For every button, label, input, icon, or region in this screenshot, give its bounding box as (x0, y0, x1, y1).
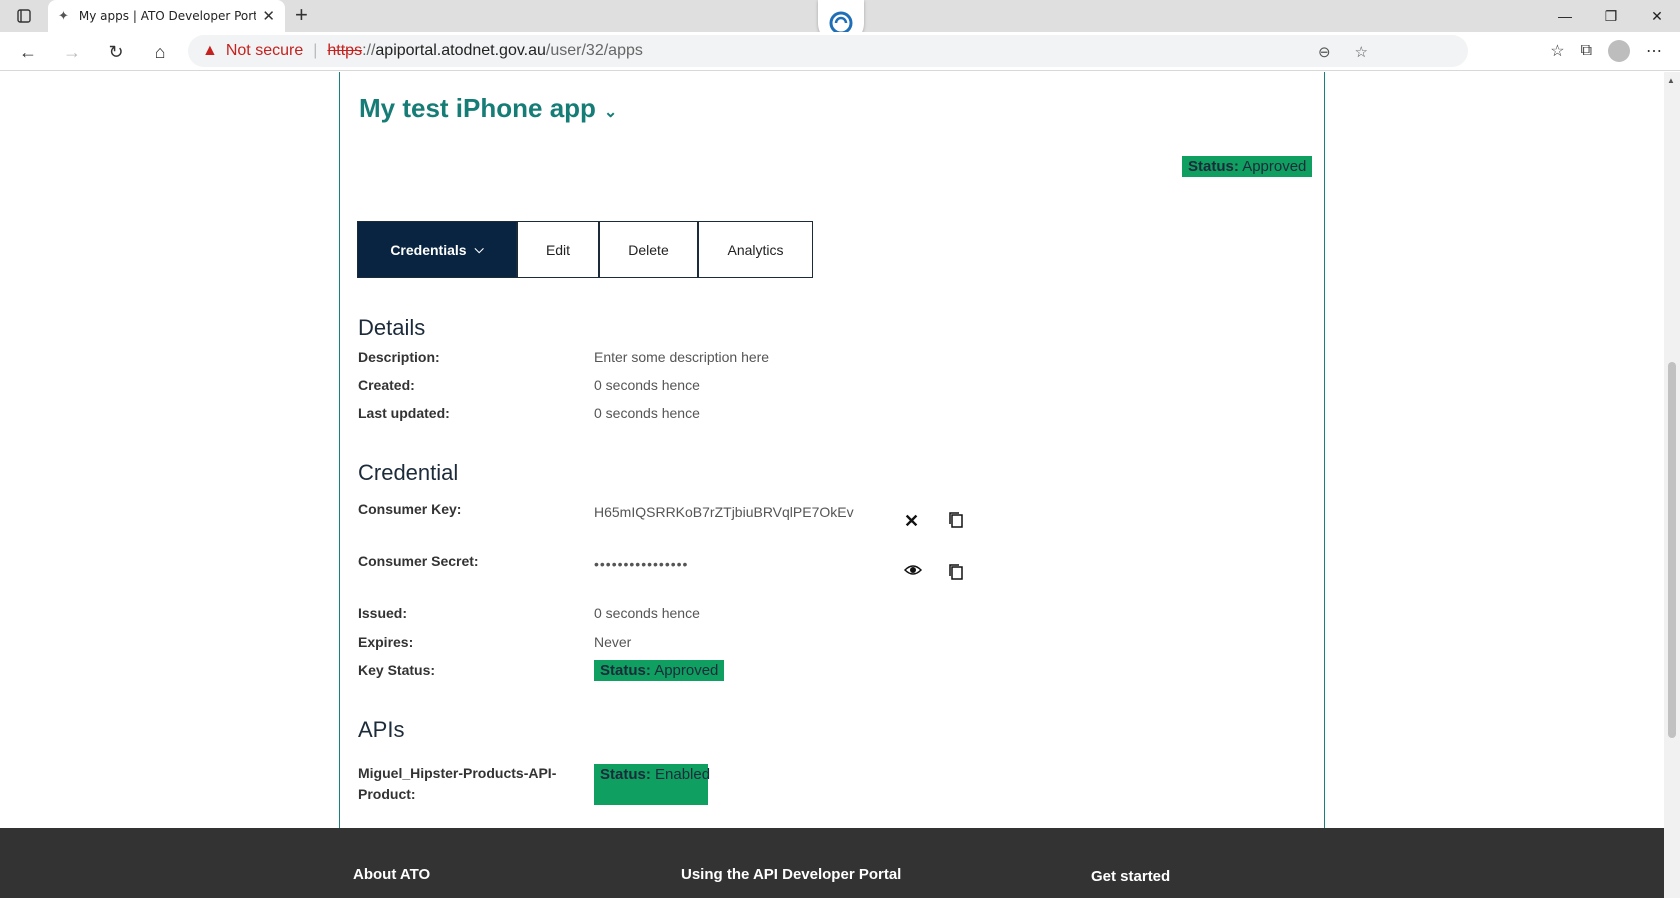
refresh-icon[interactable]: ↻ (102, 38, 130, 66)
copy-key-icon[interactable] (948, 511, 964, 534)
created-value: 0 seconds hence (594, 377, 700, 393)
collections-icon[interactable]: ⧉ (1581, 42, 1592, 60)
issued-label: Issued: (358, 605, 408, 621)
zoom-icon[interactable]: ⊖ (1318, 43, 1331, 61)
scroll-up-icon[interactable]: ▲ (1667, 76, 1675, 85)
more-menu-icon[interactable]: ⋯ (1646, 41, 1662, 61)
favorites-icon[interactable]: ☆ (1550, 41, 1564, 61)
expires-value: Never (594, 634, 632, 650)
browser-toolbar: ← → ↻ ⌂ ▲ Not secure | https://apiportal… (0, 32, 1680, 71)
footer-using-portal[interactable]: Using the API Developer Portal (681, 866, 901, 883)
restore-icon[interactable]: ❐ (1588, 0, 1634, 32)
credential-heading: Credential (358, 460, 459, 485)
app-title[interactable]: My test iPhone app ⌄ (359, 93, 617, 124)
url-scheme: https (327, 42, 363, 59)
tab-title: My apps | ATO Developer Portal (78, 9, 257, 23)
apis-heading: APIs (358, 717, 405, 742)
browser-tab-strip: ✦ My apps | ATO Developer Portal ✕ + — ❐… (0, 0, 1680, 46)
app-card: My test iPhone app ⌄ Status: Approved Cre… (339, 72, 1325, 848)
expires-label: Expires: (358, 634, 414, 650)
profile-avatar[interactable] (1608, 40, 1630, 62)
address-bar[interactable]: ▲ Not secure | https://apiportal.atodnet… (188, 35, 1468, 67)
tab-delete-label: Delete (628, 241, 669, 258)
back-icon[interactable]: ← (14, 38, 42, 66)
home-icon[interactable]: ⌂ (146, 38, 174, 66)
browser-tab[interactable]: ✦ My apps | ATO Developer Portal ✕ (48, 0, 285, 32)
url-host: apiportal.atodnet.gov.au (375, 42, 546, 59)
api-product-label-line-1: Miguel_Hipster-Products-API- (358, 765, 557, 781)
chevron-down-icon[interactable]: ⌄ (604, 104, 617, 121)
hide-key-icon[interactable]: ✕ (904, 511, 919, 532)
consumer-secret-value: •••••••••••••••• (594, 556, 689, 572)
new-tab-icon[interactable]: + (295, 2, 308, 28)
ato-favicon-icon: ✦ (58, 8, 69, 23)
last-updated-value: 0 seconds hence (594, 405, 700, 421)
tab-credentials[interactable]: Credentials ⌵ (357, 221, 517, 278)
footer-get-started[interactable]: Get started (1091, 868, 1170, 885)
key-status-label: Key Status: (358, 662, 436, 678)
description-label: Description: (358, 349, 440, 365)
details-heading: Details (358, 315, 426, 340)
consumer-key-label: Consumer Key: (358, 501, 462, 517)
close-window-icon[interactable]: ✕ (1634, 0, 1680, 32)
api-product-label-line-2: Product: (358, 786, 416, 802)
key-status-badge: Status: Approved (594, 660, 725, 681)
tab-actions-icon[interactable] (12, 6, 36, 26)
tab-edit[interactable]: Edit (517, 221, 599, 278)
minimize-icon[interactable]: — (1542, 0, 1588, 32)
status-label: Status: (600, 662, 651, 679)
status-label: Status: (600, 766, 651, 783)
tab-credentials-label: Credentials (390, 241, 467, 258)
chevron-down-icon: ⌵ (474, 242, 484, 256)
description-value: Enter some description here (594, 349, 770, 365)
status-label: Status: (1188, 158, 1239, 175)
add-favorite-icon[interactable]: ☆ (1355, 43, 1368, 61)
url-path: /user/32/apps (545, 42, 643, 59)
app-status-badge: Status: Approved (1182, 156, 1313, 177)
app-title-text: My test iPhone app (359, 93, 596, 123)
not-secure-label[interactable]: Not secure (226, 42, 303, 60)
status-value: Approved (1242, 158, 1307, 175)
tab-analytics-label: Analytics (727, 241, 784, 258)
issued-value: 0 seconds hence (594, 605, 700, 621)
page-viewport: My test iPhone app ⌄ Status: Approved Cre… (0, 72, 1664, 898)
tab-delete[interactable]: Delete (599, 221, 698, 278)
forward-icon[interactable]: → (58, 38, 86, 66)
status-value: Approved (654, 662, 719, 679)
consumer-key-value: H65mIQSRRKoB7rZTjbiuBRVqlPE7OkEv (594, 504, 854, 520)
app-tabs: Credentials ⌵ Edit Delete Analytics (357, 221, 813, 278)
warning-icon: ▲ (202, 42, 218, 59)
scrollbar-thumb[interactable] (1668, 362, 1676, 738)
tab-edit-label: Edit (545, 241, 571, 258)
site-footer: About ATO Using the API Developer Portal… (0, 828, 1664, 898)
status-value: Enabled (655, 766, 711, 783)
created-label: Created: (358, 377, 415, 393)
close-tab-icon[interactable]: ✕ (262, 7, 275, 25)
last-updated-label: Last updated: (358, 405, 450, 421)
show-secret-eye-icon[interactable] (903, 563, 923, 582)
api-status-badge: Status: Enabled (594, 764, 711, 805)
copy-secret-icon[interactable] (948, 563, 964, 586)
consumer-secret-label: Consumer Secret: (358, 553, 479, 569)
page-scrollbar[interactable]: ▲ (1664, 72, 1680, 898)
url-separator: :// (362, 42, 376, 59)
tab-analytics[interactable]: Analytics (698, 221, 813, 278)
footer-about-ato[interactable]: About ATO (353, 866, 430, 883)
